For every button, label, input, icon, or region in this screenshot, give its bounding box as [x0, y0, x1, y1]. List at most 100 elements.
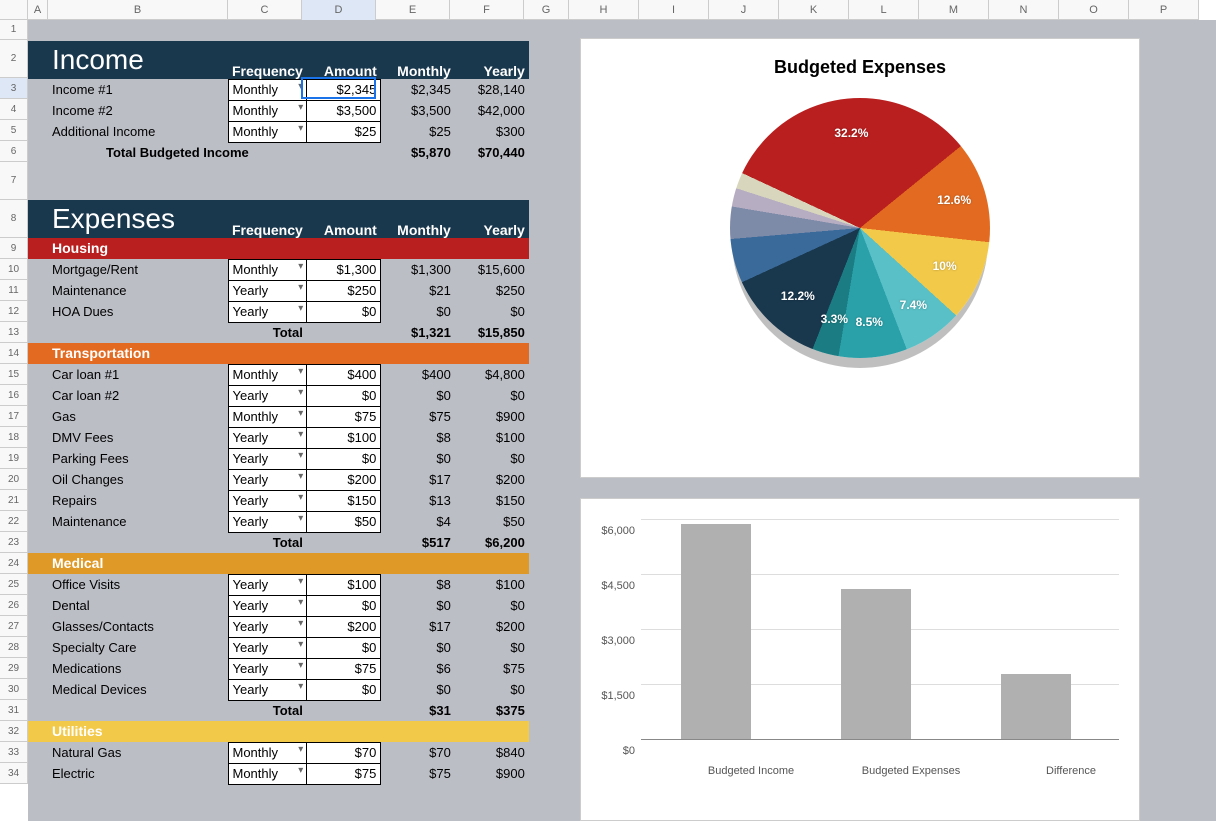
- frequency-dropdown[interactable]: Yearly: [228, 469, 307, 490]
- col-header-I[interactable]: I: [639, 0, 709, 20]
- col-header-M[interactable]: M: [919, 0, 989, 20]
- bar-chart[interactable]: $0$1,500$3,000$4,500$6,000Budgeted Incom…: [580, 498, 1140, 821]
- row-headers[interactable]: 1234567891011121314151617181920212223242…: [0, 20, 28, 784]
- row-header-26[interactable]: 26: [0, 595, 27, 616]
- row-header-4[interactable]: 4: [0, 99, 27, 120]
- row-header-16[interactable]: 16: [0, 385, 27, 406]
- frequency-dropdown[interactable]: Yearly: [228, 616, 307, 637]
- col-header-K[interactable]: K: [779, 0, 849, 20]
- amount-input[interactable]: $2,345: [307, 79, 381, 100]
- amount-input[interactable]: $200: [307, 469, 381, 490]
- frequency-dropdown[interactable]: Yearly: [228, 679, 307, 700]
- row-header-30[interactable]: 30: [0, 679, 27, 700]
- amount-input[interactable]: $75: [307, 658, 381, 679]
- row-header-9[interactable]: 9: [0, 238, 27, 259]
- amount-input[interactable]: $400: [307, 364, 381, 385]
- row-header-21[interactable]: 21: [0, 490, 27, 511]
- amount-input[interactable]: $70: [307, 742, 381, 763]
- amount-input[interactable]: $150: [307, 490, 381, 511]
- row-header-31[interactable]: 31: [0, 700, 27, 721]
- column-headers[interactable]: ABCDEFGHIJKLMNOP: [28, 0, 1199, 20]
- frequency-dropdown[interactable]: Monthly: [228, 79, 307, 100]
- row-header-24[interactable]: 24: [0, 553, 27, 574]
- row-header-5[interactable]: 5: [0, 120, 27, 141]
- row-header-27[interactable]: 27: [0, 616, 27, 637]
- col-header-L[interactable]: L: [849, 0, 919, 20]
- frequency-dropdown[interactable]: Monthly: [228, 364, 307, 385]
- amount-input[interactable]: $0: [307, 637, 381, 658]
- col-header-C[interactable]: C: [228, 0, 302, 20]
- frequency-dropdown[interactable]: Yearly: [228, 595, 307, 616]
- frequency-dropdown[interactable]: Monthly: [228, 100, 307, 121]
- frequency-dropdown[interactable]: Yearly: [228, 427, 307, 448]
- row-header-20[interactable]: 20: [0, 469, 27, 490]
- row-header-14[interactable]: 14: [0, 343, 27, 364]
- col-header-F[interactable]: F: [450, 0, 524, 20]
- frequency-dropdown[interactable]: Yearly: [228, 448, 307, 469]
- row-header-3[interactable]: 3: [0, 78, 27, 99]
- amount-input[interactable]: $250: [307, 280, 381, 301]
- col-header-O[interactable]: O: [1059, 0, 1129, 20]
- col-header-H[interactable]: H: [569, 0, 639, 20]
- col-header-A[interactable]: A: [28, 0, 48, 20]
- amount-input[interactable]: $0: [307, 448, 381, 469]
- spreadsheet-grid[interactable]: Income Frequency Amount Monthly Yearly I…: [28, 20, 1216, 821]
- frequency-dropdown[interactable]: Yearly: [228, 511, 307, 532]
- amount-input[interactable]: $0: [307, 385, 381, 406]
- amount-input[interactable]: $25: [307, 121, 381, 142]
- amount-input[interactable]: $50: [307, 511, 381, 532]
- amount-input[interactable]: $0: [307, 679, 381, 700]
- amount-input[interactable]: $100: [307, 574, 381, 595]
- row-header-11[interactable]: 11: [0, 280, 27, 301]
- row-header-28[interactable]: 28: [0, 637, 27, 658]
- pie-chart[interactable]: Budgeted Expenses 32.2%12.6%10%7.4%8.5%3…: [580, 38, 1140, 478]
- amount-input[interactable]: $1,300: [307, 259, 381, 280]
- col-header-B[interactable]: B: [48, 0, 228, 20]
- row-header-33[interactable]: 33: [0, 742, 27, 763]
- col-header-P[interactable]: P: [1129, 0, 1199, 20]
- row-header-22[interactable]: 22: [0, 511, 27, 532]
- amount-input[interactable]: $75: [307, 763, 381, 784]
- row-header-13[interactable]: 13: [0, 322, 27, 343]
- row-header-12[interactable]: 12: [0, 301, 27, 322]
- amount-input[interactable]: $3,500: [307, 100, 381, 121]
- amount-input[interactable]: $0: [307, 301, 381, 322]
- row-header-7[interactable]: 7: [0, 162, 27, 200]
- col-header-E[interactable]: E: [376, 0, 450, 20]
- row-header-2[interactable]: 2: [0, 40, 27, 78]
- row-header-6[interactable]: 6: [0, 141, 27, 162]
- row-header-23[interactable]: 23: [0, 532, 27, 553]
- frequency-dropdown[interactable]: Monthly: [228, 259, 307, 280]
- row-header-10[interactable]: 10: [0, 259, 27, 280]
- frequency-dropdown[interactable]: Yearly: [228, 490, 307, 511]
- row-header-18[interactable]: 18: [0, 427, 27, 448]
- corner-cell[interactable]: [0, 0, 28, 20]
- col-header-G[interactable]: G: [524, 0, 569, 20]
- row-header-8[interactable]: 8: [0, 200, 27, 238]
- row-header-17[interactable]: 17: [0, 406, 27, 427]
- frequency-dropdown[interactable]: Yearly: [228, 658, 307, 679]
- col-header-N[interactable]: N: [989, 0, 1059, 20]
- col-header-D[interactable]: D: [302, 0, 376, 20]
- amount-input[interactable]: $100: [307, 427, 381, 448]
- frequency-dropdown[interactable]: Monthly: [228, 121, 307, 142]
- amount-input[interactable]: $0: [307, 595, 381, 616]
- col-header-J[interactable]: J: [709, 0, 779, 20]
- frequency-dropdown[interactable]: Yearly: [228, 637, 307, 658]
- row-header-32[interactable]: 32: [0, 721, 27, 742]
- frequency-dropdown[interactable]: Monthly: [228, 763, 307, 784]
- frequency-dropdown[interactable]: Yearly: [228, 385, 307, 406]
- row-header-19[interactable]: 19: [0, 448, 27, 469]
- frequency-dropdown[interactable]: Yearly: [228, 574, 307, 595]
- amount-input[interactable]: $200: [307, 616, 381, 637]
- frequency-dropdown[interactable]: Yearly: [228, 301, 307, 322]
- row-header-25[interactable]: 25: [0, 574, 27, 595]
- row-header-15[interactable]: 15: [0, 364, 27, 385]
- frequency-dropdown[interactable]: Monthly: [228, 406, 307, 427]
- amount-input[interactable]: $75: [307, 406, 381, 427]
- row-header-1[interactable]: 1: [0, 20, 27, 40]
- row-header-34[interactable]: 34: [0, 763, 27, 784]
- row-header-29[interactable]: 29: [0, 658, 27, 679]
- frequency-dropdown[interactable]: Yearly: [228, 280, 307, 301]
- frequency-dropdown[interactable]: Monthly: [228, 742, 307, 763]
